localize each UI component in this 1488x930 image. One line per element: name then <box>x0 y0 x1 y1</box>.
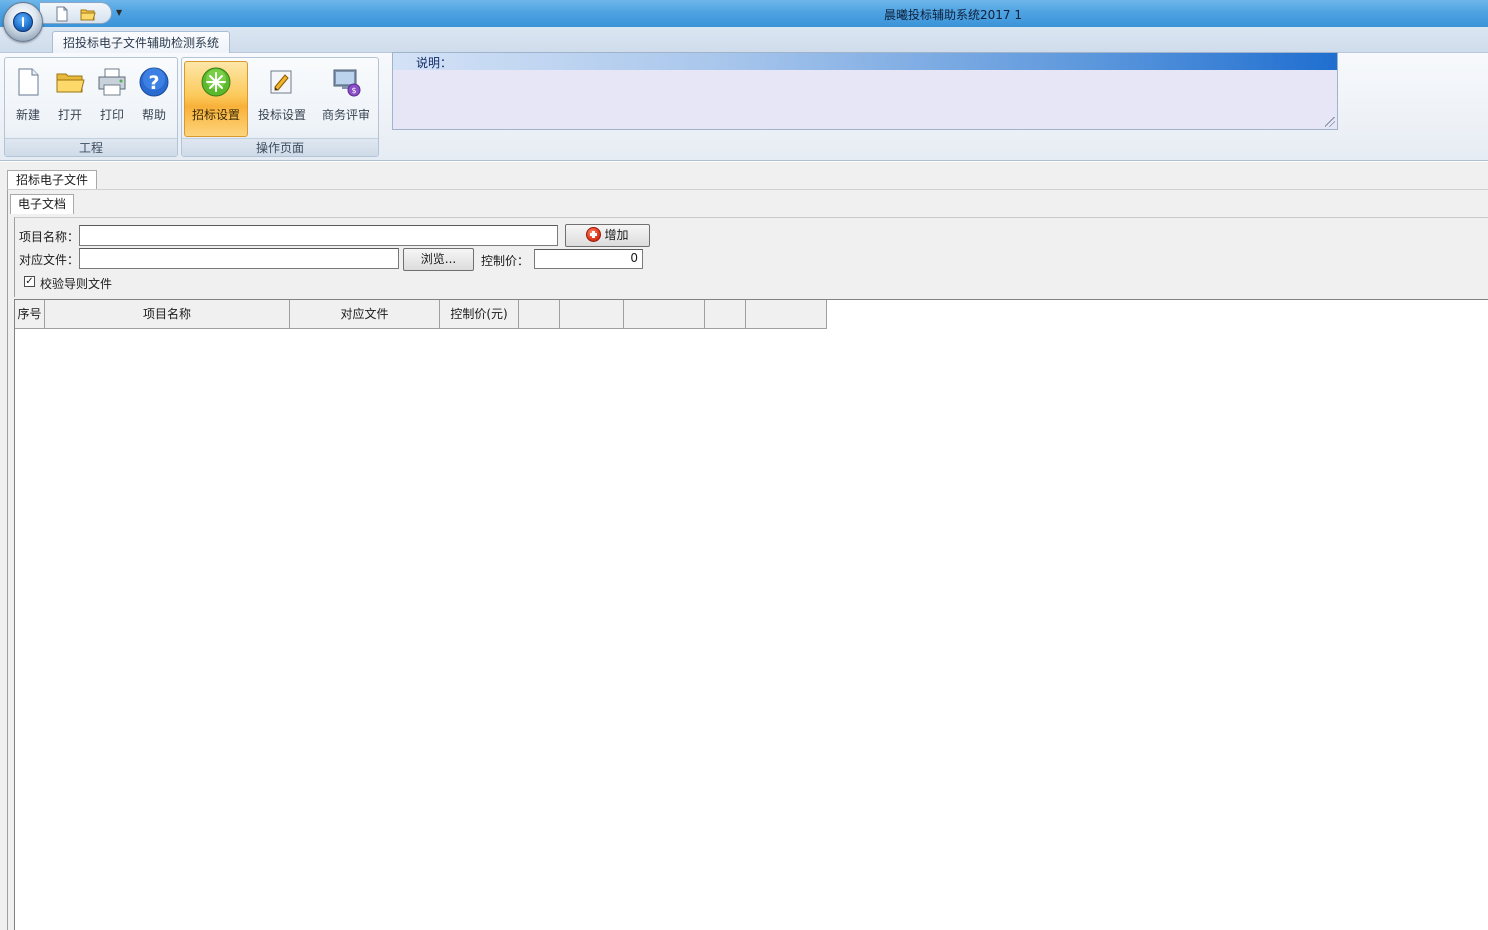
qat-dropdown-icon[interactable]: ▼ <box>116 8 122 17</box>
business-review-icon: $ <box>333 69 361 97</box>
description-label: 说明： <box>416 56 453 70</box>
new-file-icon[interactable] <box>54 6 70 22</box>
resize-grip-icon[interactable] <box>1325 117 1335 127</box>
file-label: 对应文件： <box>19 253 80 267</box>
project-name-input[interactable] <box>79 225 558 246</box>
new-button[interactable]: 新建 <box>8 61 48 137</box>
svg-text:$: $ <box>351 86 356 95</box>
group-project: 新建 打开 打印 ? 帮助 工程 <box>4 57 178 157</box>
group-operation-page: 招标设置 投标设置 $ 商务评审 操作页面 <box>181 57 379 157</box>
group-label-project: 工程 <box>5 138 177 156</box>
bid-settings-icon <box>270 70 292 94</box>
column-header-5[interactable] <box>519 300 560 329</box>
ribbon: 新建 打开 打印 ? 帮助 工程 招标设置 投标设置 $ 商务评审 操作页面 说… <box>0 52 1488 161</box>
quick-access-toolbar <box>40 2 112 24</box>
validate-checkbox-label: 校验导则文件 <box>40 277 113 291</box>
control-price-input[interactable]: 0 <box>534 249 643 269</box>
column-header-index[interactable]: 序号 <box>15 300 45 329</box>
tender-settings-button[interactable]: 招标设置 <box>184 61 248 137</box>
add-button-label: 增加 <box>604 228 629 242</box>
tender-settings-icon <box>201 67 231 97</box>
app-menu-button[interactable] <box>3 2 43 42</box>
file-path-input[interactable] <box>79 248 399 269</box>
column-header-8[interactable] <box>705 300 746 329</box>
project-name-label: 项目名称： <box>19 230 80 244</box>
document-panel: 电子文档 项目名称： 增加 对应文件： 浏览... 控制价： 0 ✓ 校验导则文… <box>7 189 1488 930</box>
group-label-operation-page: 操作页面 <box>182 138 378 156</box>
column-header-project-name[interactable]: 项目名称 <box>45 300 290 329</box>
column-header-control-price[interactable]: 控制价(元) <box>440 300 519 329</box>
entry-form: 项目名称： 增加 对应文件： 浏览... 控制价： 0 ✓ 校验导则文件 <box>14 217 1488 297</box>
app-logo-icon <box>13 12 33 32</box>
new-document-icon <box>18 68 39 96</box>
business-review-button[interactable]: $ 商务评审 <box>314 61 378 137</box>
browse-button[interactable]: 浏览... <box>403 248 474 271</box>
column-header-file[interactable]: 对应文件 <box>290 300 440 329</box>
validate-checkbox[interactable]: ✓ <box>24 276 35 287</box>
add-icon <box>586 227 602 242</box>
window-title: 晨曦投标辅助系统2017 1 <box>884 8 1022 22</box>
svg-text:?: ? <box>148 72 159 94</box>
control-price-label: 控制价： <box>481 254 530 268</box>
help-button[interactable]: ? 帮助 <box>134 61 174 137</box>
project-table: 序号 项目名称 对应文件 控制价(元) <box>14 299 1488 930</box>
description-header: 说明： <box>393 53 1337 70</box>
description-panel: 说明： <box>392 52 1338 130</box>
column-header-7[interactable] <box>624 300 705 329</box>
work-area: 招标电子文件 电子文档 项目名称： 增加 对应文件： 浏览... 控制价： 0 … <box>0 162 1488 930</box>
table-header: 序号 项目名称 对应文件 控制价(元) <box>15 300 827 329</box>
tab-electronic-document[interactable]: 电子文档 <box>10 194 75 214</box>
add-button[interactable]: 增加 <box>565 224 650 247</box>
help-icon: ? <box>139 67 169 97</box>
column-header-6[interactable] <box>560 300 624 329</box>
tab-tender-electronic-file[interactable]: 招标电子文件 <box>7 170 98 190</box>
ribbon-tab-row: 招投标电子文件辅助检测系统 <box>0 27 1488 54</box>
open-folder-icon <box>56 73 85 93</box>
bid-settings-button[interactable]: 投标设置 <box>250 61 314 137</box>
printer-icon <box>98 68 126 96</box>
column-header-9[interactable] <box>746 300 827 329</box>
open-button[interactable]: 打开 <box>50 61 90 137</box>
tab-detection-system[interactable]: 招投标电子文件辅助检测系统 <box>52 31 231 54</box>
print-button[interactable]: 打印 <box>92 61 132 137</box>
open-folder-icon[interactable] <box>80 6 96 22</box>
title-bar: 晨曦投标辅助系统2017 1 <box>0 0 1488 27</box>
